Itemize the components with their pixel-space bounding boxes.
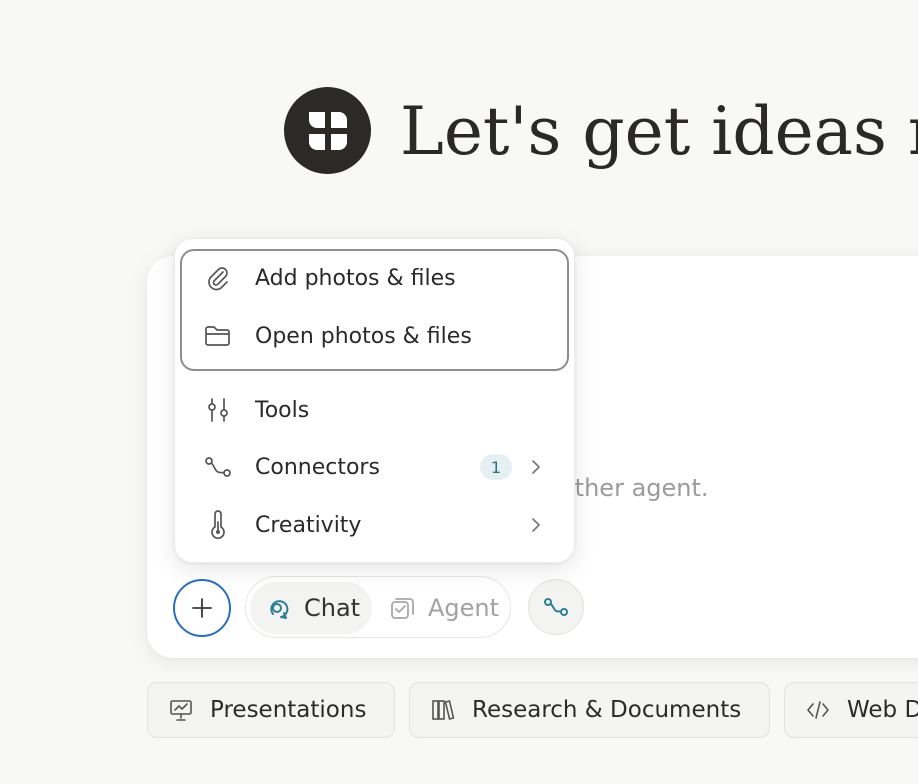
thermometer-icon — [203, 510, 233, 540]
chip-presentations[interactable]: Presentations — [147, 682, 395, 738]
chevron-right-icon — [527, 516, 545, 534]
composer-placeholder[interactable]: other agent. — [560, 474, 709, 502]
connector-icon — [203, 452, 233, 482]
chip-web-dev[interactable]: Web D — [784, 682, 918, 738]
mode-agent-label: Agent — [428, 594, 500, 622]
menu-item-add-photos[interactable]: Add photos & files — [175, 255, 576, 301]
chip-label: Research & Documents — [472, 697, 742, 723]
menu-item-label: Tools — [255, 397, 310, 423]
folder-icon — [203, 321, 233, 351]
presentation-icon — [168, 697, 194, 723]
brand-logo — [284, 87, 371, 174]
sliders-icon — [203, 395, 233, 425]
menu-item-label: Open photos & files — [255, 323, 472, 349]
paperclip-icon — [203, 263, 233, 293]
connectors-count-badge: 1 — [480, 454, 512, 480]
page-headline: Let's get ideas n — [400, 93, 918, 170]
code-icon — [805, 697, 831, 723]
attachment-menu: Add photos & files Open photos & files T… — [174, 238, 575, 563]
chip-label: Web D — [847, 697, 918, 723]
chip-research-documents[interactable]: Research & Documents — [409, 682, 770, 738]
plus-icon — [192, 598, 212, 618]
connector-icon — [544, 598, 568, 616]
mode-chat-label: Chat — [304, 594, 361, 622]
menu-item-label: Creativity — [255, 512, 362, 538]
menu-item-connectors[interactable]: Connectors 1 — [175, 444, 576, 490]
brand-logo-icon — [308, 111, 347, 150]
menu-item-label: Add photos & files — [255, 265, 456, 291]
connectors-button[interactable] — [528, 579, 584, 635]
menu-item-open-photos[interactable]: Open photos & files — [175, 313, 576, 359]
chevron-right-icon — [527, 458, 545, 476]
menu-item-tools[interactable]: Tools — [175, 387, 576, 433]
chip-label: Presentations — [210, 697, 367, 723]
mode-agent-button[interactable]: Agent — [382, 582, 508, 634]
agent-check-icon — [391, 598, 414, 619]
mode-toggle: Chat Agent — [245, 576, 511, 638]
menu-item-label: Connectors — [255, 454, 380, 480]
add-attachment-button[interactable] — [173, 579, 231, 637]
menu-item-creativity[interactable]: Creativity — [175, 502, 576, 548]
chat-icon — [270, 600, 289, 619]
mode-chat-button[interactable]: Chat — [250, 582, 372, 634]
books-icon — [430, 697, 456, 723]
